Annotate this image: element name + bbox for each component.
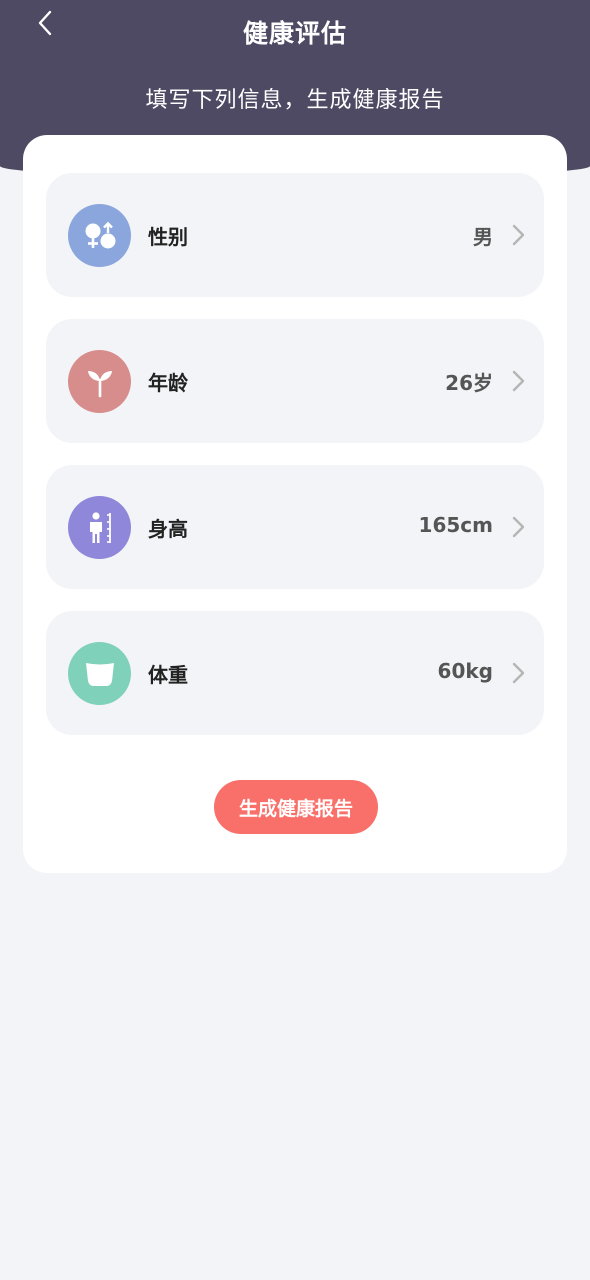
age-value: 26岁 <box>445 371 493 395</box>
chevron-right-icon <box>512 224 525 246</box>
chevron-right-icon <box>512 516 525 538</box>
weight-value: 60kg <box>437 659 493 683</box>
height-label: 身高 <box>148 517 188 541</box>
sprout-icon <box>68 350 131 413</box>
generate-report-button[interactable]: 生成健康报告 <box>214 780 378 834</box>
gender-icon <box>68 204 131 267</box>
weight-row[interactable]: 体重 60kg <box>46 611 544 735</box>
age-label: 年龄 <box>148 371 188 395</box>
height-ruler-icon <box>68 496 131 559</box>
page-title: 健康评估 <box>242 19 347 48</box>
gender-label: 性别 <box>148 225 188 249</box>
health-assessment-page: 健康评估 填写下列信息，生成健康报告 性别 男 年龄 26岁 身高 165cm … <box>0 0 590 1280</box>
chevron-right-icon <box>512 662 525 684</box>
gender-row[interactable]: 性别 男 <box>46 173 544 297</box>
height-value: 165cm <box>418 513 493 537</box>
age-row[interactable]: 年龄 26岁 <box>46 319 544 443</box>
assessment-card: 性别 男 年龄 26岁 身高 165cm 体重 60kg 生成健康报告 <box>23 135 567 873</box>
weight-scale-icon <box>68 642 131 705</box>
gender-value: 男 <box>473 225 493 249</box>
height-row[interactable]: 身高 165cm <box>46 465 544 589</box>
page-subtitle: 填写下列信息，生成健康报告 <box>145 88 445 113</box>
chevron-right-icon <box>512 370 525 392</box>
weight-label: 体重 <box>148 663 188 687</box>
